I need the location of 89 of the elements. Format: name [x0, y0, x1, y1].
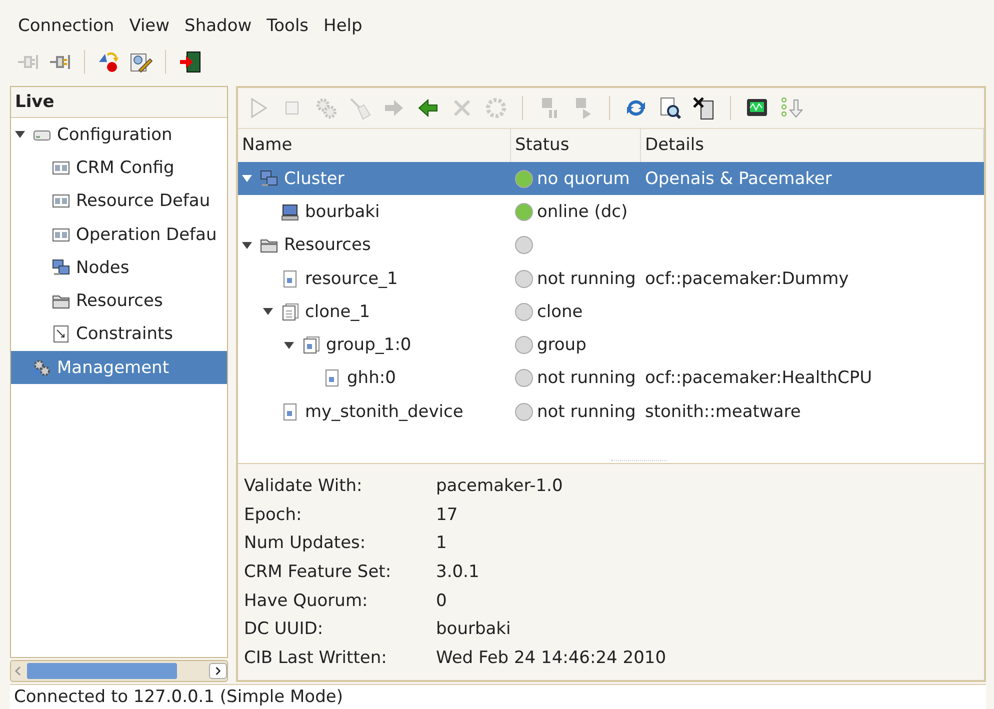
name-cell: ghh:0	[347, 368, 396, 388]
documents-icon	[281, 302, 299, 321]
expander-icon[interactable]	[263, 308, 273, 316]
status-cell: no quorum	[537, 168, 630, 189]
menu-item[interactable]: View	[129, 16, 170, 36]
details-cell: ocf::pacemaker:Dummy	[645, 268, 849, 289]
name-cell: Cluster	[284, 168, 344, 189]
exit-icon[interactable]	[178, 50, 202, 74]
tree-item[interactable]: Management	[11, 351, 227, 384]
status-cell: online (dc)	[537, 202, 628, 222]
table-row[interactable]: ghh:0 not running ocf::pacemaker:HealthCPU	[238, 362, 984, 396]
computer-icon	[281, 202, 299, 221]
menu-item[interactable]: Tools	[266, 16, 309, 36]
property-value: 0	[436, 590, 447, 611]
tree-item[interactable]: Resource Defau	[11, 184, 227, 218]
table-row[interactable]: resource_1 not running ocf::pacemaker:Dummy	[238, 262, 984, 296]
property-label: Validate With:	[244, 476, 364, 496]
tree-item[interactable]: Constraints	[11, 318, 227, 352]
document-icon	[323, 369, 341, 388]
document-icon	[281, 270, 299, 288]
property-label: DC UUID:	[244, 619, 324, 640]
status-cell: clone	[537, 302, 583, 322]
status-cell: not running	[537, 402, 636, 422]
status-bar: Connected to 127.0.0.1 (Simple Mode)	[10, 684, 986, 709]
panel-icon	[52, 226, 70, 244]
tree-label: Configuration	[57, 124, 172, 145]
scrollbar-thumb[interactable]	[27, 663, 177, 679]
status-cell: not running	[537, 268, 636, 289]
tree-label: Operation Defau	[76, 224, 217, 245]
table-row[interactable]: Cluster no quorum Openais & Pacemaker	[238, 162, 984, 196]
tree-label: Constraints	[76, 324, 173, 344]
menu-item[interactable]: Help	[324, 16, 362, 36]
name-cell: my_stonith_device	[305, 402, 464, 422]
expander-icon[interactable]	[242, 242, 252, 249]
tree-item[interactable]: CRM Config	[11, 151, 227, 185]
gears-icon	[33, 358, 51, 377]
property-value: 1	[436, 533, 447, 554]
table-row[interactable]: group_1:0 group	[238, 328, 984, 362]
horizontal-scrollbar[interactable]	[10, 660, 228, 682]
scroll-right-icon[interactable]	[209, 663, 227, 679]
status-cell: not running	[537, 368, 636, 388]
expander-icon[interactable]	[284, 342, 294, 349]
tree-item[interactable]: Nodes	[11, 251, 227, 284]
tree-item[interactable]: Resources	[11, 284, 227, 318]
shapes-icon[interactable]	[97, 50, 121, 74]
property-value: 17	[436, 504, 458, 525]
tools-icon[interactable]	[692, 96, 716, 120]
details-cell: ocf::pacemaker:HealthCPU	[645, 368, 872, 388]
tree-label: CRM Config	[76, 158, 174, 178]
property-value: pacemaker-1.0	[436, 476, 563, 496]
property-label: Num Updates:	[244, 533, 367, 554]
name-cell: clone_1	[305, 302, 370, 322]
tree-item[interactable]: Configuration	[11, 118, 227, 152]
property-label: Have Quorum:	[244, 590, 369, 611]
documents-icon	[302, 336, 320, 354]
menu-item[interactable]: Connection	[18, 16, 114, 36]
menu-item[interactable]: Shadow	[184, 16, 252, 36]
table-row[interactable]: bourbaki online (dc)	[238, 195, 984, 229]
search-icon[interactable]	[658, 96, 682, 120]
table-row[interactable]: Resources	[238, 228, 984, 262]
property-label: CRM Feature Set:	[244, 562, 392, 582]
details-cell: Openais & Pacemaker	[645, 168, 832, 189]
property-value: 3.0.1	[436, 562, 480, 582]
property-value: Wed Feb 24 14:46:24 2010	[436, 648, 666, 668]
document-icon	[52, 325, 70, 344]
steps-icon[interactable]	[779, 96, 803, 120]
panel-icon	[52, 192, 70, 210]
property-label: CIB Last Written:	[244, 648, 388, 668]
table-row[interactable]: clone_1 clone	[238, 295, 984, 328]
computers-icon	[260, 170, 278, 188]
document-icon	[281, 402, 299, 421]
property-label: Epoch:	[244, 504, 303, 525]
panel-icon	[52, 158, 70, 177]
status-cell: group	[537, 335, 586, 356]
property-value: bourbaki	[436, 619, 511, 640]
tree-label: Resource Defau	[76, 191, 210, 212]
expander-icon[interactable]	[15, 131, 25, 138]
name-cell: bourbaki	[305, 202, 380, 222]
table-row[interactable]: my_stonith_device not running stonith::meatware	[238, 395, 984, 428]
tree-label: Nodes	[76, 258, 130, 278]
tree-label: Management	[57, 358, 169, 378]
name-cell: resource_1	[305, 268, 398, 289]
tree-item[interactable]: Operation Defau	[11, 218, 227, 252]
tree-label: Resources	[76, 291, 163, 312]
details-cell: stonith::meatware	[645, 402, 801, 422]
name-cell: Resources	[284, 235, 371, 256]
panel-title: Live	[11, 87, 227, 118]
computers-icon	[52, 258, 70, 277]
name-cell: group_1:0	[326, 335, 412, 356]
